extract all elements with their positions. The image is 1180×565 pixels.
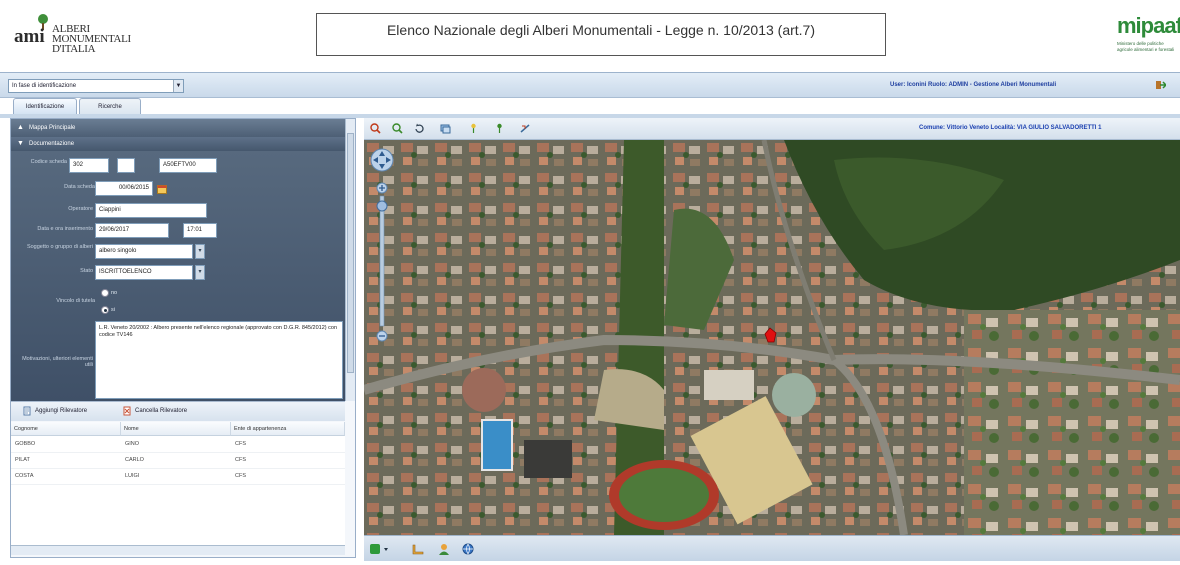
- tab-identificazione[interactable]: Identificazione: [13, 98, 77, 114]
- map-toolbar: Comune: Vittorio Veneto Località: VIA GI…: [364, 118, 1180, 140]
- user-info: User: Iconini Ruolo: ADMIN - Gestione Al…: [890, 82, 1057, 88]
- soggetto-label: Soggetto o gruppo di alberi: [26, 244, 93, 250]
- alberi-monumentali-logo: ami ALBERI MONUMENTALI D'ITALIA: [14, 14, 164, 64]
- data-scheda-label: Data scheda: [64, 184, 95, 190]
- pin-icon[interactable]: [468, 123, 479, 134]
- table-horizontal-scrollbar[interactable]: [11, 545, 345, 555]
- table-row[interactable]: COSTA LUIGI CFS: [11, 469, 345, 485]
- delete-icon: [123, 406, 131, 416]
- page-title: Elenco Nazionale degli Alberi Monumental…: [386, 22, 816, 38]
- refresh-icon[interactable]: [414, 123, 425, 134]
- codice-input-b[interactable]: [117, 158, 135, 173]
- data-scheda-input[interactable]: 00/06/2015: [95, 181, 153, 196]
- measure-icon[interactable]: [520, 123, 531, 134]
- add-rilevatore-button[interactable]: Aggiungi Rilevatore: [23, 406, 87, 416]
- documentazione-header[interactable]: ▼ Documentazione: [11, 137, 345, 151]
- page-title-box: Elenco Nazionale degli Alberi Monumental…: [316, 13, 886, 56]
- expand-icon[interactable]: ▼: [17, 137, 24, 151]
- map-zoom-control[interactable]: [370, 146, 394, 366]
- codice-input-c[interactable]: A50EFTV00: [159, 158, 217, 173]
- codice-input-a[interactable]: 302: [69, 158, 109, 173]
- ultima-time-input[interactable]: 17:01: [183, 223, 217, 238]
- user-location-icon[interactable]: [438, 543, 450, 556]
- logo-text: ALBERI MONUMENTALI D'ITALIA: [52, 23, 131, 55]
- codice-label: Codice scheda: [30, 159, 67, 165]
- form-scrollbar[interactable]: [345, 119, 355, 401]
- rilevatori-toolbar: Aggiungi Rilevatore Cancella Rilevatore: [11, 401, 345, 421]
- layers-icon[interactable]: [440, 123, 451, 134]
- column-header-ente[interactable]: Ente di appartenenza: [231, 422, 345, 436]
- vincolo-radio-si[interactable]: [101, 306, 109, 314]
- stato-label: Stato: [80, 268, 93, 274]
- zoom-extent-icon[interactable]: [392, 123, 403, 134]
- phase-select[interactable]: In fase di identificazione ▼: [8, 79, 184, 93]
- stato-dropdown-button[interactable]: ▾: [195, 265, 205, 280]
- soggetto-select[interactable]: albero singolo: [95, 244, 193, 259]
- column-header-cognome[interactable]: Cognome: [11, 422, 121, 436]
- mappa-principale-header[interactable]: ▲ Mappa Principale: [11, 119, 345, 137]
- table-row[interactable]: PILAT CARLO CFS: [11, 453, 345, 469]
- left-panel: ▲ Mappa Principale ▼ Documentazione Codi…: [10, 118, 356, 558]
- stato-select[interactable]: ISCRITTOELENCO: [95, 265, 193, 280]
- ruler-icon[interactable]: [412, 544, 424, 555]
- delete-rilevatore-button[interactable]: Cancella Rilevatore: [123, 406, 187, 416]
- soggetto-dropdown-button[interactable]: ▾: [195, 244, 205, 259]
- table-row[interactable]: GOBBO GINO CFS: [11, 437, 345, 453]
- pin-add-icon[interactable]: [494, 123, 505, 134]
- logo-mark: ami: [14, 26, 45, 47]
- ultima-label: Data e ora inserimento: [37, 226, 93, 232]
- note-label: Motivazioni, ulteriori elementi utili: [22, 356, 93, 368]
- map-bottom-toolbar: [364, 535, 1180, 561]
- satellite-map[interactable]: [364, 140, 1180, 535]
- add-user-icon: [23, 406, 31, 416]
- chevron-down-icon[interactable]: ▼: [173, 80, 183, 92]
- collapse-icon[interactable]: ▲: [17, 119, 24, 137]
- scrollbar-thumb[interactable]: [347, 133, 354, 373]
- vincolo-label: Vincolo di tutela: [56, 298, 95, 304]
- zoom-in-icon[interactable]: [370, 123, 381, 134]
- exit-icon[interactable]: [1156, 80, 1166, 90]
- ultima-date-input[interactable]: 29/06/2017: [95, 223, 169, 238]
- operatore-label: Operatore: [68, 206, 93, 212]
- globe-icon[interactable]: [462, 543, 474, 555]
- operatore-input[interactable]: Ciappini: [95, 203, 207, 218]
- top-bar: In fase di identificazione ▼ User: Iconi…: [0, 72, 1180, 98]
- vincolo-radio-no-label: no: [111, 290, 118, 296]
- rilevatori-table: Cognome Nome Ente di appartenenza GOBBO …: [11, 422, 345, 552]
- vincolo-radio-si-label: si: [111, 307, 115, 313]
- column-header-nome[interactable]: Nome: [121, 422, 231, 436]
- mipaaf-logo: mipaaf Ministero delle politiche agricol…: [1117, 13, 1180, 53]
- comune-location-label: Comune: Vittorio Veneto Località: VIA GI…: [919, 125, 1102, 131]
- motivazioni-textarea[interactable]: L.R. Veneto 20/2002 : Albero presente ne…: [95, 321, 343, 399]
- map-image[interactable]: [364, 140, 1180, 535]
- play-menu-icon[interactable]: [370, 544, 390, 555]
- calendar-icon[interactable]: [157, 184, 167, 194]
- vincolo-radio-no[interactable]: [101, 289, 109, 297]
- tab-ricerche[interactable]: Ricerche: [79, 98, 141, 114]
- app-header: ami ALBERI MONUMENTALI D'ITALIA Elenco N…: [0, 0, 1180, 72]
